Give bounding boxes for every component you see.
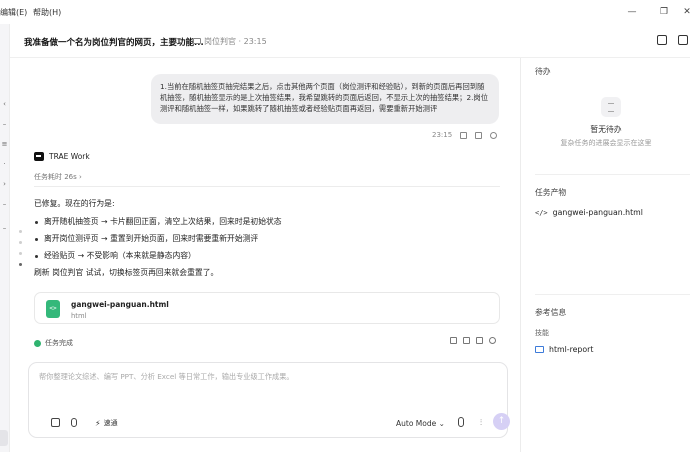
voice-wave-icon[interactable]: ⫶	[480, 418, 482, 428]
rail-icon[interactable]: –	[1, 200, 8, 208]
attach-image-icon[interactable]	[51, 418, 60, 427]
paperclip-icon[interactable]	[71, 418, 77, 427]
delete-icon[interactable]	[475, 131, 483, 139]
file-name: gangwei-panguan.html	[71, 300, 169, 309]
rail-icon[interactable]: –	[1, 224, 8, 232]
copy-icon[interactable]	[476, 337, 483, 344]
skills-label: 技能	[535, 329, 549, 337]
list-item: 离开随机抽签页 → 卡片翻回正面，清空上次结果，回来时是初始状态	[34, 216, 282, 228]
speed-toggle[interactable]: ⚡ 速通	[95, 418, 118, 428]
reference-title: 参考信息	[535, 308, 567, 317]
conversation-header: 我准备做一个名为岗位判官的网页，主要功能... 岗位判官 · 23:15	[10, 24, 690, 58]
dot	[19, 252, 22, 255]
skill-item[interactable]: html-report	[535, 345, 593, 354]
trae-logo-icon	[34, 152, 44, 161]
microphone-icon[interactable]	[458, 417, 464, 427]
bolt-icon: ⚡	[95, 418, 101, 428]
mode-select[interactable]: Auto Mode ⌄	[396, 419, 445, 428]
menu-bar: 编辑(E) 帮助(H) — ❐ ✕	[0, 0, 690, 24]
todo-icon	[601, 97, 621, 117]
dot-active	[19, 263, 22, 266]
agent-header: TRAE Work	[34, 152, 90, 161]
user-message-bubble: 1.当前在随机抽签页抽完结果之后，点击其他两个页面（岗位测评和经验贴），到新的页…	[151, 74, 499, 124]
chat-area: 1.当前在随机抽签页抽完结果之后，点击其他两个页面（岗位测评和经验贴），到新的页…	[10, 58, 520, 452]
todo-title: 待办	[535, 67, 551, 76]
divider	[535, 174, 690, 175]
side-panel: 待办 暂无待办 复杂任务的进展会显示在这里 任务产物 </> gangwei-p…	[520, 58, 690, 452]
message-time: 23:15	[432, 131, 453, 139]
artifact-name: gangwei-panguan.html	[552, 208, 643, 217]
rail-icon[interactable]: –	[1, 120, 8, 128]
left-rail: ‹ – ≡ · › – –	[0, 24, 10, 452]
panel-toggle-icon[interactable]	[678, 35, 688, 45]
elapsed-toggle[interactable]: 任务耗时 26s ›	[34, 172, 82, 182]
code-icon: </>	[535, 208, 548, 217]
artifacts-title: 任务产物	[535, 188, 567, 197]
skill-name: html-report	[549, 345, 594, 354]
html-file-icon: <>	[46, 300, 60, 318]
agent-name: TRAE Work	[49, 152, 90, 161]
rail-icon[interactable]: ›	[1, 180, 8, 188]
retry-icon[interactable]	[490, 131, 498, 139]
book-icon	[535, 346, 544, 353]
send-button[interactable]: ↑	[493, 413, 510, 430]
rail-icon[interactable]: ·	[1, 160, 8, 168]
task-status-label: 任务完成	[45, 339, 73, 347]
check-icon	[34, 339, 41, 347]
project-label: 岗位判官 · 23:15	[204, 37, 267, 46]
divider	[535, 294, 690, 295]
conversation-title[interactable]: 我准备做一个名为岗位判官的网页，主要功能...	[24, 36, 204, 48]
thumbs-down-icon[interactable]	[463, 337, 470, 344]
list-item: 经验贴页 → 不受影响（本来就是静态内容）	[34, 250, 282, 262]
dot	[19, 230, 22, 233]
project-tag[interactable]: 岗位判官 · 23:15	[193, 36, 267, 47]
feedback-icons	[450, 337, 496, 344]
rail-list-icon[interactable]: ≡	[1, 140, 8, 148]
rail-icon[interactable]: ‹	[1, 100, 8, 108]
minimize-button[interactable]: —	[625, 5, 639, 19]
composer: ⚡ 速通 Auto Mode ⌄ ⫶ ↑	[28, 362, 510, 438]
menu-edit[interactable]: 编辑(E)	[0, 7, 27, 18]
maximize-button[interactable]: ❐	[657, 5, 671, 19]
reply-outro: 刷新 岗位判官 试试，切换标签页再回来就会重置了。	[34, 268, 219, 277]
rail-toggle-button[interactable]	[0, 430, 8, 446]
artifact-item[interactable]: </> gangwei-panguan.html	[535, 208, 643, 217]
divider	[34, 186, 500, 187]
thumbs-up-icon[interactable]	[450, 337, 457, 344]
speed-label: 速通	[103, 419, 118, 427]
reply-intro: 已修复。现在的行为是:	[34, 199, 115, 208]
close-button[interactable]: ✕	[680, 5, 690, 19]
todo-empty-text: 暂无待办	[590, 125, 622, 134]
terminal-icon[interactable]	[657, 35, 667, 45]
message-input[interactable]	[39, 372, 479, 381]
reply-list: 离开随机抽签页 → 卡片翻回正面，清空上次结果，回来时是初始状态 离开岗位测评页…	[34, 216, 282, 262]
retry-icon[interactable]	[489, 337, 496, 344]
todo-hint-text: 复杂任务的进展会显示在这里	[560, 139, 652, 147]
file-type: html	[71, 312, 87, 320]
menu-help[interactable]: 帮助(H)	[33, 7, 61, 18]
folder-icon	[193, 38, 201, 44]
list-item: 离开岗位测评页 → 重置到开始页面，回来时需要重新开始测评	[34, 233, 282, 245]
dot	[19, 241, 22, 244]
agent-reply: 已修复。现在的行为是: 离开随机抽签页 → 卡片翻回正面，清空上次结果，回来时是…	[34, 198, 282, 279]
copy-icon[interactable]	[460, 131, 468, 139]
progress-dots	[19, 230, 23, 274]
message-meta: 23:15	[432, 131, 498, 139]
file-card[interactable]: <> gangwei-panguan.html html	[34, 292, 500, 324]
task-status: 任务完成	[34, 338, 73, 348]
